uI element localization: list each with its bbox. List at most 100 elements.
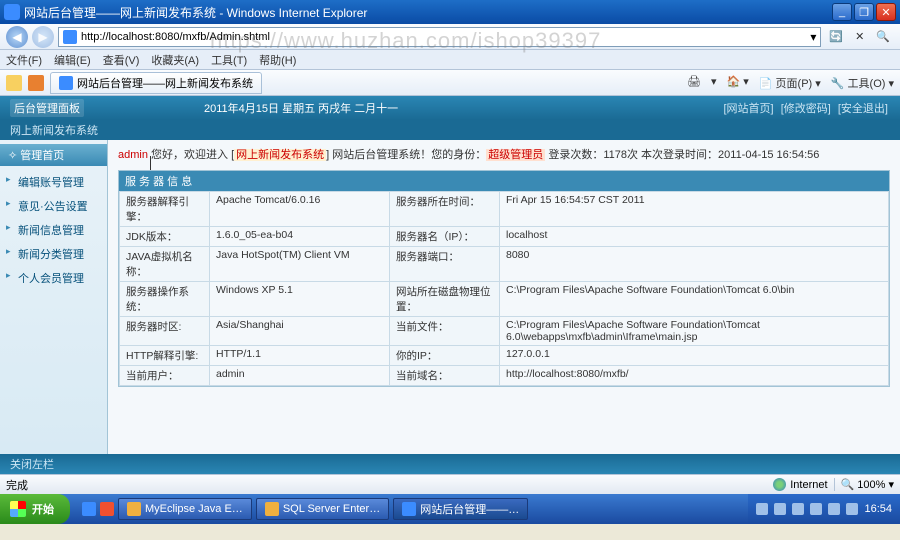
minimize-button[interactable]: _ <box>832 3 852 21</box>
text-caret <box>150 156 151 170</box>
taskbar-item-sqlserver[interactable]: SQL Server Enter… <box>256 498 389 520</box>
info-label: JDK版本： <box>120 227 210 247</box>
ie-icon <box>4 4 20 20</box>
app-header-links: [网站首页] [修改密码] [安全退出] <box>722 100 891 116</box>
close-button[interactable]: ✕ <box>876 3 896 21</box>
menu-bar: 文件(F) 编辑(E) 查看(V) 收藏夹(A) 工具(T) 帮助(H) <box>0 50 900 70</box>
info-value: Java HotSpot(TM) Client VM <box>210 247 390 282</box>
menu-fav[interactable]: 收藏夹(A) <box>151 52 199 68</box>
info-value: 8080 <box>500 247 889 282</box>
tab-bar: 网站后台管理——网上新闻发布系统 🖨 ▾ 🏠 ▾ 📄 页面(P) ▾ 🔧 工具(… <box>0 70 900 96</box>
link-site-home[interactable]: [网站首页] <box>724 103 774 115</box>
info-label: 服务器所在时间： <box>390 192 500 227</box>
url-input[interactable] <box>81 31 806 43</box>
info-value: admin <box>210 366 390 386</box>
info-label: 服务器端口： <box>390 247 500 282</box>
ie-status-bar: 完成 Internet 🔍 100% ▾ <box>0 474 900 494</box>
refresh-button[interactable]: 🔄 <box>825 28 847 45</box>
tray-icon[interactable] <box>846 503 858 515</box>
welcome-line: admin 您好，欢迎进入 [网上新闻发布系统] 网站后台管理系统！您的身份：超… <box>118 146 890 162</box>
tab-favicon-icon <box>59 76 73 90</box>
tray-icon[interactable] <box>774 503 786 515</box>
favorites-icon[interactable] <box>6 75 22 91</box>
cmd-home[interactable]: 🖨 <box>687 75 701 91</box>
app-header-badge: 后台管理面板 <box>10 99 84 117</box>
info-value: 1.6.0_05-ea-b04 <box>210 227 390 247</box>
menu-view[interactable]: 查看(V) <box>103 52 140 68</box>
app-brand-bar: 网上新闻发布系统 <box>0 120 900 140</box>
server-info-panel: 服 务 器 信 息 服务器解释引擎：Apache Tomcat/6.0.16服务… <box>118 170 890 387</box>
link-logout[interactable]: [安全退出] <box>838 103 888 115</box>
app-brand: 网上新闻发布系统 <box>10 122 98 138</box>
app-header-date: 2011年4月15日 星期五 丙戌年 二月十一 <box>204 100 398 116</box>
quicklaunch-icon[interactable] <box>100 502 114 516</box>
info-label: 当前文件： <box>390 317 500 346</box>
sidebar: ✧ 管理首页 编辑账号管理 意见·公告设置 新闻信息管理 新闻分类管理 个人会员… <box>0 140 108 454</box>
zoom-control[interactable]: 🔍 100% ▾ <box>834 478 894 491</box>
info-value: C:\Program Files\Apache Software Foundat… <box>500 317 889 346</box>
app-icon <box>402 502 416 516</box>
app-content: 后台管理面板 2011年4月15日 星期五 丙戌年 二月十一 [网站首页] [修… <box>0 96 900 474</box>
windows-logo-icon <box>10 501 26 517</box>
app-header: 后台管理面板 2011年4月15日 星期五 丙戌年 二月十一 [网站首页] [修… <box>0 96 900 120</box>
back-button[interactable]: ◀ <box>6 26 28 48</box>
menu-tools[interactable]: 工具(T) <box>211 52 247 68</box>
app-icon <box>127 502 141 516</box>
status-done: 完成 <box>6 477 767 493</box>
info-label: 当前域名： <box>390 366 500 386</box>
cmd-page[interactable]: 📄 页面(P) ▾ <box>759 75 821 91</box>
maximize-button[interactable]: ❐ <box>854 3 874 21</box>
system-tray: 16:54 <box>748 494 900 524</box>
menu-help[interactable]: 帮助(H) <box>259 52 296 68</box>
sidebar-item-account[interactable]: 编辑账号管理 <box>0 170 107 194</box>
search-button[interactable]: 🔍 <box>872 28 894 45</box>
panel-title: 服 务 器 信 息 <box>119 171 889 191</box>
cmd-feed[interactable]: ▾ <box>711 75 717 91</box>
security-zone[interactable]: Internet <box>773 478 827 491</box>
address-bar-row: ◀ ▶ ▾ 🔄 ✕ 🔍 <box>0 24 900 50</box>
clock[interactable]: 16:54 <box>864 503 892 515</box>
tray-icon[interactable] <box>810 503 822 515</box>
stop-button[interactable]: ✕ <box>851 28 868 45</box>
quicklaunch-icon[interactable] <box>82 502 96 516</box>
welcome-user: admin <box>118 149 148 161</box>
forward-button[interactable]: ▶ <box>32 26 54 48</box>
sidebar-item-member[interactable]: 个人会员管理 <box>0 266 107 290</box>
globe-icon <box>773 478 786 491</box>
info-label: JAVA虚拟机名称： <box>120 247 210 282</box>
taskbar-item-ie[interactable]: 网站后台管理——… <box>393 498 528 520</box>
cmd-tools[interactable]: 🔧 工具(O) ▾ <box>831 75 894 91</box>
footer-toggle-sidebar[interactable]: 关闭左栏 <box>10 456 54 472</box>
tray-icon[interactable] <box>828 503 840 515</box>
page-icon <box>63 30 77 44</box>
info-value: http://localhost:8080/mxfb/ <box>500 366 889 386</box>
window-title: 网站后台管理——网上新闻发布系统 - Windows Internet Expl… <box>24 4 367 21</box>
browser-tab[interactable]: 网站后台管理——网上新闻发布系统 <box>50 72 262 94</box>
taskbar: 开始 MyEclipse Java E… SQL Server Enter… 网… <box>0 494 900 524</box>
start-button[interactable]: 开始 <box>0 494 70 524</box>
info-label: 当前用户： <box>120 366 210 386</box>
link-change-password[interactable]: [修改密码] <box>781 103 831 115</box>
welcome-system: 网上新闻发布系统 <box>234 149 326 161</box>
window-titlebar: 网站后台管理——网上新闻发布系统 - Windows Internet Expl… <box>0 0 900 24</box>
url-field[interactable]: ▾ <box>58 27 821 47</box>
app-icon <box>265 502 279 516</box>
tray-icon[interactable] <box>792 503 804 515</box>
tray-icon[interactable] <box>756 503 768 515</box>
info-label: 服务器解释引擎： <box>120 192 210 227</box>
welcome-role: 超级管理员 <box>486 149 545 161</box>
app-footer: 关闭左栏 <box>0 454 900 474</box>
cmd-print[interactable]: 🏠 ▾ <box>727 75 749 91</box>
feeds-icon[interactable] <box>28 75 44 91</box>
info-label: 网站所在磁盘物理位置： <box>390 282 500 317</box>
url-dropdown-icon[interactable]: ▾ <box>810 30 816 44</box>
menu-file[interactable]: 文件(F) <box>6 52 42 68</box>
info-value: C:\Program Files\Apache Software Foundat… <box>500 282 889 317</box>
menu-edit[interactable]: 编辑(E) <box>54 52 91 68</box>
taskbar-item-myeclipse[interactable]: MyEclipse Java E… <box>118 498 252 520</box>
sidebar-item-category[interactable]: 新闻分类管理 <box>0 242 107 266</box>
sidebar-item-notice[interactable]: 意见·公告设置 <box>0 194 107 218</box>
info-value: HTTP/1.1 <box>210 346 390 366</box>
sidebar-head[interactable]: ✧ 管理首页 <box>0 144 107 166</box>
sidebar-item-news[interactable]: 新闻信息管理 <box>0 218 107 242</box>
